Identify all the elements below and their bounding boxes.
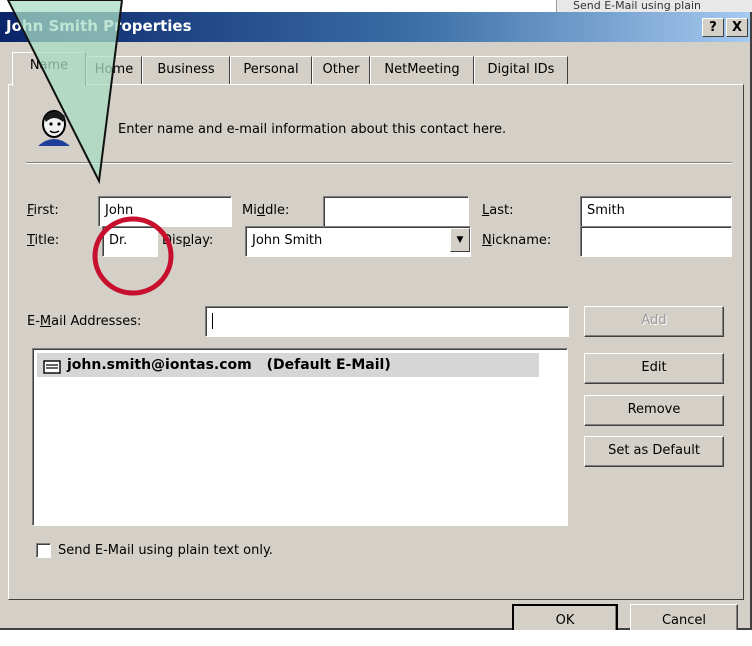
last-name-value: Smith bbox=[587, 203, 625, 218]
add-button-label: Add bbox=[641, 313, 667, 328]
cancel-button-label: Cancel bbox=[661, 613, 707, 628]
email-entry-tag: (Default E-Mail) bbox=[266, 357, 391, 373]
add-button[interactable]: Add bbox=[584, 306, 724, 337]
first-name-value: John bbox=[105, 203, 134, 218]
nickname-field[interactable] bbox=[580, 226, 732, 257]
plain-text-checkbox[interactable] bbox=[36, 543, 51, 558]
title-label: Title: bbox=[27, 233, 60, 248]
desktop-strip bbox=[0, 630, 752, 646]
tab-netmeeting[interactable]: NetMeeting bbox=[370, 56, 474, 85]
help-button[interactable]: ? bbox=[702, 18, 724, 37]
first-name-label: First: bbox=[27, 203, 59, 218]
tab-digital-ids[interactable]: Digital IDs bbox=[474, 56, 568, 85]
middle-name-label: Middle: bbox=[242, 203, 290, 218]
properties-dialog: John Smith Properties ? X Name Home Busi… bbox=[0, 12, 752, 638]
edit-button[interactable]: Edit bbox=[584, 353, 724, 384]
display-dropdown-button[interactable]: ▼ bbox=[450, 228, 470, 252]
last-name-label: Last: bbox=[482, 203, 514, 218]
envelope-icon bbox=[43, 358, 61, 374]
plain-text-label: Send E-Mail using plain text only. bbox=[58, 543, 273, 558]
email-caret bbox=[212, 313, 213, 329]
email-input[interactable] bbox=[205, 306, 569, 337]
tab-business-label: Business bbox=[157, 62, 215, 77]
last-name-field[interactable]: Smith bbox=[580, 196, 732, 227]
set-as-default-button-label: Set as Default bbox=[608, 443, 700, 458]
header-separator bbox=[26, 162, 732, 164]
email-list[interactable]: john.smith@iontas.com (Default E-Mail) bbox=[32, 348, 568, 526]
tab-netmeeting-label: NetMeeting bbox=[384, 62, 460, 77]
display-value: John Smith bbox=[252, 233, 323, 248]
ok-button-label: OK bbox=[555, 613, 575, 628]
edit-button-label: Edit bbox=[641, 360, 667, 375]
tab-name[interactable]: Name bbox=[12, 52, 86, 86]
list-item[interactable]: john.smith@iontas.com (Default E-Mail) bbox=[37, 353, 539, 377]
first-name-field[interactable]: John bbox=[98, 196, 232, 227]
tab-business[interactable]: Business bbox=[142, 56, 230, 85]
email-entry-address: john.smith@iontas.com bbox=[67, 357, 252, 373]
middle-name-field[interactable] bbox=[323, 196, 469, 227]
display-label: Display: bbox=[162, 233, 214, 248]
title-field[interactable]: Dr. bbox=[102, 226, 158, 257]
chevron-down-icon: ▼ bbox=[456, 235, 464, 245]
background-snippet-text: Send E-Mail using plain bbox=[573, 0, 701, 12]
set-as-default-button[interactable]: Set as Default bbox=[584, 436, 724, 467]
nickname-label: Nickname: bbox=[482, 233, 552, 248]
tab-personal[interactable]: Personal bbox=[230, 56, 312, 85]
title-bar[interactable]: John Smith Properties ? X bbox=[0, 12, 750, 42]
help-icon: ? bbox=[709, 20, 717, 35]
display-select[interactable]: John Smith bbox=[245, 226, 471, 257]
contact-card-icon bbox=[32, 106, 78, 148]
tab-name-label: Name bbox=[29, 58, 69, 73]
window-title: John Smith Properties bbox=[6, 17, 192, 35]
header-description: Enter name and e-mail information about … bbox=[118, 122, 507, 137]
tab-home[interactable]: Home bbox=[86, 56, 142, 85]
tab-other[interactable]: Other bbox=[312, 56, 370, 85]
title-value: Dr. bbox=[109, 233, 128, 248]
remove-button[interactable]: Remove bbox=[584, 395, 724, 426]
email-addresses-label: E-Mail Addresses: bbox=[27, 314, 142, 329]
close-button[interactable]: X bbox=[726, 18, 748, 37]
close-icon: X bbox=[731, 20, 743, 35]
tab-personal-label: Personal bbox=[243, 62, 299, 77]
tab-other-label: Other bbox=[322, 62, 360, 77]
remove-button-label: Remove bbox=[627, 402, 681, 417]
tab-home-label: Home bbox=[94, 62, 134, 77]
tab-digital-ids-label: Digital IDs bbox=[487, 62, 555, 77]
background-window-fragment: Send E-Mail using plain bbox=[556, 0, 752, 12]
